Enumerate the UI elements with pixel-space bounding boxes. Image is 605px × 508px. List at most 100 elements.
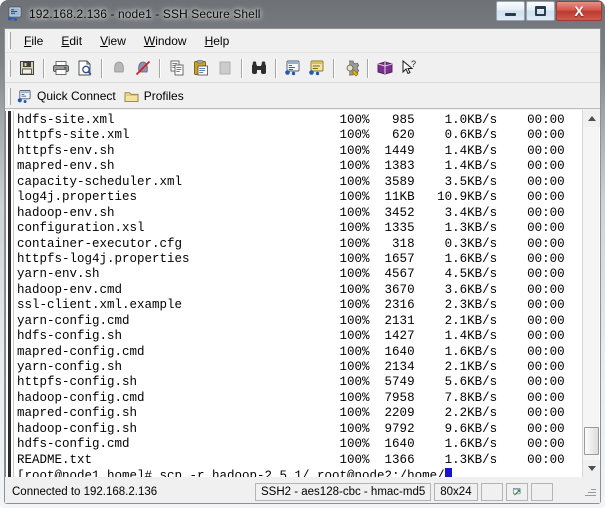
printer-icon <box>53 61 69 75</box>
svg-text:?: ? <box>411 59 416 69</box>
minimize-icon <box>505 12 516 16</box>
terminal-left-border <box>5 111 14 477</box>
save-button[interactable] <box>15 57 39 80</box>
new-terminal-button[interactable] <box>281 57 305 80</box>
resize-grip[interactable] <box>583 485 597 499</box>
terminal-window-icon <box>285 60 300 76</box>
paste-clipboard-icon <box>194 60 208 76</box>
terminal-transfer-row: mapred-config.sh 100% 2209 2.2KB/s 00:00 <box>17 406 565 421</box>
status-connection: Connected to 192.168.2.136 <box>12 486 158 498</box>
quick-connect-icon <box>17 89 31 103</box>
gear-settings-icon <box>346 60 360 77</box>
terminal-transfer-row: hadoop-config.cmd 100% 7958 7.8KB/s 00:0… <box>17 390 565 405</box>
terminal-scrollbar[interactable] <box>582 110 600 477</box>
toolbar-separator-6 <box>333 58 335 78</box>
window-title: 192.168.2.136 - node1 - SSH Secure Shell <box>29 7 261 21</box>
terminal-cursor <box>444 468 453 477</box>
terminal-command-text: [root@node1 home]# scp -r hadoop-2.5.1/ … <box>17 469 445 477</box>
paste-button[interactable] <box>189 57 213 80</box>
title-bar[interactable]: 192.168.2.136 - node1 - SSH Secure Shell… <box>0 0 605 28</box>
copy-icon <box>170 60 184 76</box>
print-preview-icon <box>78 60 92 76</box>
terminal-area: hdfs-site.xml 100% 985 1.0KB/s 00:00 http… <box>5 110 600 477</box>
blank-page-icon <box>219 61 231 75</box>
minimize-button[interactable] <box>496 1 525 21</box>
menu-edit[interactable]: Edit <box>52 32 91 50</box>
terminal-transfer-row: hdfs-config.sh 100% 1427 1.4KB/s 00:00 <box>17 329 565 344</box>
terminal-transfer-row: yarn-config.cmd 100% 2131 2.1KB/s 00:00 <box>17 313 565 328</box>
ssh-app-icon <box>7 6 23 22</box>
toolbar-grip[interactable] <box>8 59 11 77</box>
main-toolbar: ? <box>5 54 600 83</box>
transfer-status-icon <box>512 487 521 496</box>
terminal-transfer-row: capacity-scheduler.xml 100% 3589 3.5KB/s… <box>17 174 565 189</box>
quick-connect-button[interactable]: Quick Connect <box>15 88 122 105</box>
arrow-question-icon: ? <box>402 59 416 75</box>
print-preview-button[interactable] <box>73 57 97 80</box>
profiles-label: Profiles <box>143 89 184 103</box>
disconnect-button[interactable] <box>131 57 155 80</box>
print-button[interactable] <box>49 57 73 80</box>
scroll-thumb[interactable] <box>584 427 599 455</box>
find-button[interactable] <box>247 57 271 80</box>
binoculars-icon <box>252 61 266 74</box>
connect-plug-icon <box>114 61 124 73</box>
toolbar-separator-5 <box>275 58 277 78</box>
file-transfer-icon <box>309 60 324 76</box>
quickbar-grip[interactable] <box>8 87 11 105</box>
terminal-transfer-row: configuration.xsl 100% 1335 1.3KB/s 00:0… <box>17 221 565 236</box>
status-terminal-size: 80x24 <box>434 483 478 501</box>
scroll-up-button[interactable] <box>583 110 600 127</box>
terminal-transfer-row: hdfs-site.xml 100% 985 1.0KB/s 00:00 <box>17 113 565 127</box>
floppy-disk-icon <box>20 61 34 75</box>
terminal-transfer-row: mapred-config.cmd 100% 1640 1.6KB/s 00:0… <box>17 344 565 359</box>
terminal-transfer-row: httpfs-config.sh 100% 5749 5.6KB/s 00:00 <box>17 375 565 390</box>
toolbar-separator-2 <box>101 58 103 78</box>
disconnect-icon <box>135 60 151 76</box>
file-transfer-button[interactable] <box>305 57 329 80</box>
terminal-transfer-row: mapred-env.sh 100% 1383 1.4KB/s 00:00 <box>17 159 565 174</box>
menu-file[interactable]: File <box>15 32 52 50</box>
menu-help[interactable]: Help <box>196 32 239 50</box>
menu-view[interactable]: View <box>91 32 135 50</box>
folder-profiles-icon <box>124 91 139 102</box>
terminal-prompt-line: [root@node1 home]# scp -r hadoop-2.5.1/ … <box>17 468 600 477</box>
maximize-button[interactable] <box>526 1 555 21</box>
terminal-transfer-row: yarn-config.sh 100% 2134 2.1KB/s 00:00 <box>17 360 565 374</box>
copy-button[interactable] <box>165 57 189 80</box>
status-cipher: SSH2 - aes128-cbc - hmac-md5 <box>255 483 432 501</box>
terminal-transfer-row: hdfs-config.cmd 100% 1640 1.6KB/s 00:00 <box>17 437 565 452</box>
status-transfer-indicator <box>505 483 528 501</box>
terminal-transfer-row: httpfs-site.xml 100% 620 0.6KB/s 00:00 <box>17 128 565 143</box>
close-button[interactable]: X <box>556 1 602 21</box>
terminal-transfer-row: hadoop-config.sh 100% 9792 9.6KB/s 00:00 <box>17 421 565 436</box>
scroll-up-arrow-icon <box>587 116 596 121</box>
status-blank-2 <box>530 483 553 501</box>
help-book-icon <box>377 61 393 75</box>
terminal-transfer-row: httpfs-log4j.properties 100% 1657 1.6KB/… <box>17 251 565 266</box>
terminal-transfer-row: hadoop-env.sh 100% 3452 3.4KB/s 00:00 <box>17 205 565 220</box>
quick-connect-bar: Quick Connect Profiles <box>5 84 600 109</box>
connect-button[interactable] <box>107 57 131 80</box>
terminal-transfer-row: httpfs-env.sh 100% 1449 1.4KB/s 00:00 <box>17 143 565 158</box>
help-book-button[interactable] <box>373 57 397 80</box>
status-bar: Connected to 192.168.2.136 SSH2 - aes128… <box>5 481 600 503</box>
clear-button[interactable] <box>213 57 237 80</box>
menubar-grip[interactable] <box>8 32 11 49</box>
status-blank-1 <box>480 483 503 501</box>
close-icon: X <box>574 3 584 19</box>
ssh-secure-shell-window: 192.168.2.136 - node1 - SSH Secure Shell… <box>0 0 605 508</box>
profiles-button[interactable]: Profiles <box>122 88 190 104</box>
settings-button[interactable] <box>339 57 363 80</box>
toolbar-separator-4 <box>241 58 243 78</box>
terminal-output[interactable]: hdfs-site.xml 100% 985 1.0KB/s 00:00 http… <box>14 111 600 477</box>
whats-this-button[interactable]: ? <box>397 57 421 80</box>
terminal-transfer-row: ssl-client.xml.example 100% 2316 2.3KB/s… <box>17 298 565 313</box>
terminal-transfer-row: hadoop-env.cmd 100% 3670 3.6KB/s 00:00 <box>17 282 565 297</box>
menu-window[interactable]: Window <box>135 32 196 50</box>
terminal-transfer-row: yarn-env.sh 100% 4567 4.5KB/s 00:00 <box>17 267 565 282</box>
scroll-down-button[interactable] <box>583 460 600 477</box>
toolbar-separator-7 <box>367 58 369 78</box>
quick-connect-label: Quick Connect <box>37 89 116 103</box>
toolbar-separator-3 <box>159 58 161 78</box>
